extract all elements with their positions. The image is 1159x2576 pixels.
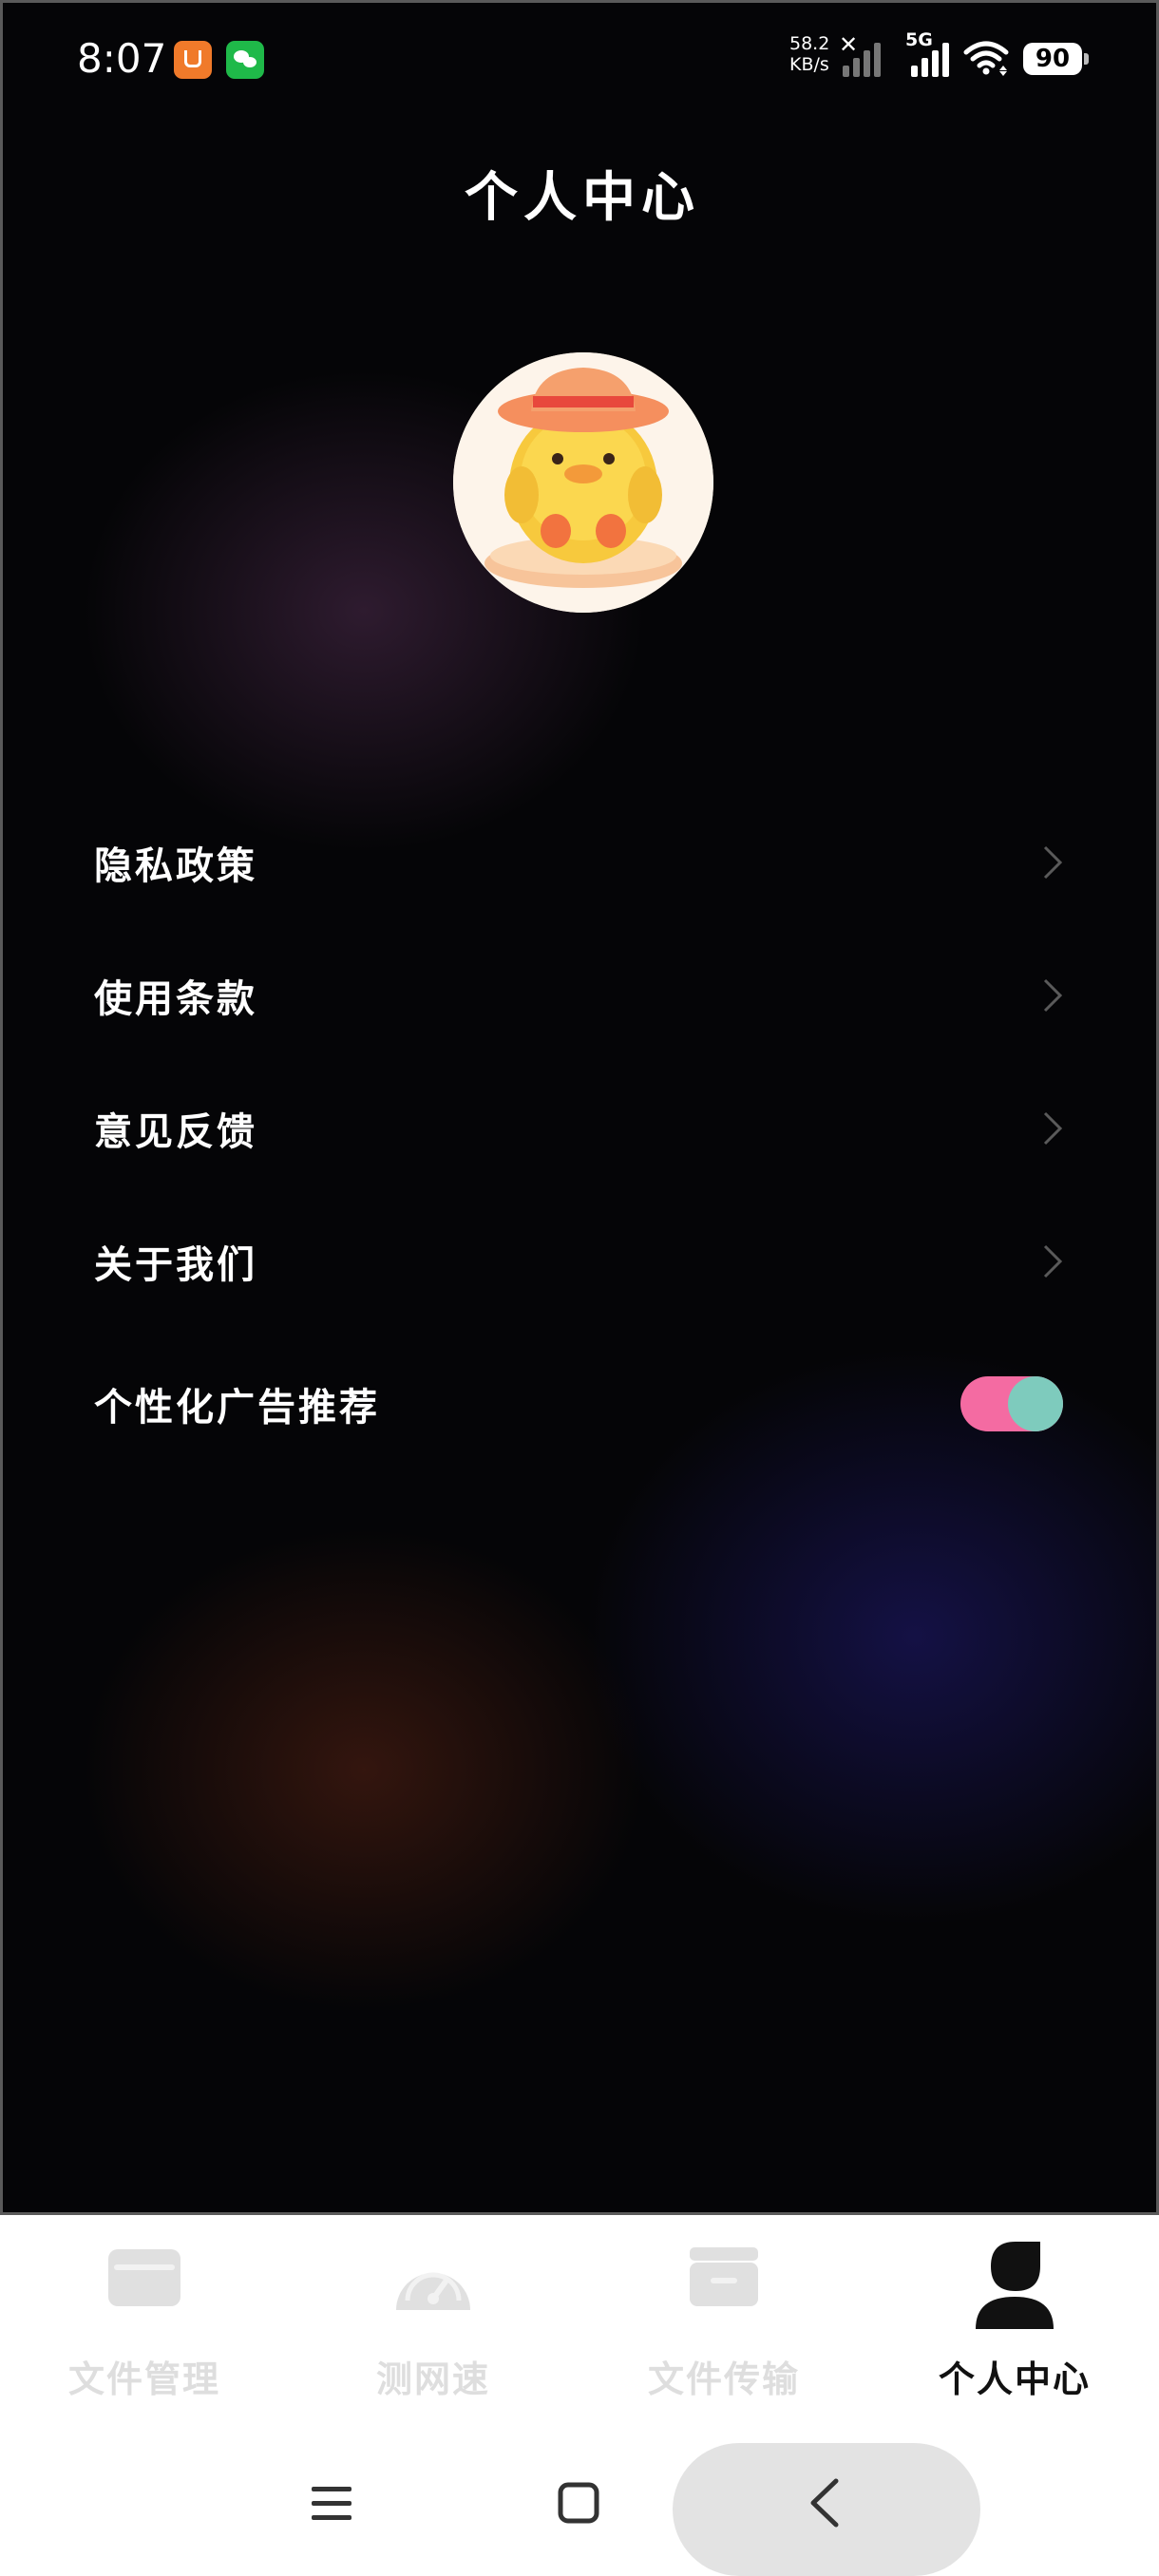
- menu-item-label: 隐私政策: [94, 844, 257, 888]
- bottom-nav: 文件管理 测网速 文件传输 个人中心: [0, 2215, 1159, 2443]
- network-type: 5G: [905, 29, 933, 50]
- menu-item-label: 个性化广告推荐: [94, 1386, 380, 1430]
- tab-label: 个人中心: [938, 2358, 1091, 2400]
- transfer-box-icon: [690, 2247, 758, 2306]
- tab-label: 文件传输: [647, 2358, 800, 2400]
- menu-item-feedback[interactable]: 意见反馈: [94, 1076, 1063, 1181]
- duck-avatar-image: [453, 352, 713, 613]
- menu-item-terms-of-use[interactable]: 使用条款: [94, 943, 1063, 1048]
- signal-sim1-icon: ✕: [839, 31, 884, 77]
- shopping-app-icon: [174, 41, 212, 79]
- back-icon[interactable]: [806, 2477, 844, 2529]
- menu-item-about-us[interactable]: 关于我们: [94, 1209, 1063, 1314]
- system-nav-bar: [0, 2443, 1159, 2576]
- screen: 8:07 58.2 KB/s ✕ 5G 90 个人中心 隐私政策 使用条款 意见…: [0, 0, 1159, 2576]
- menu-icon[interactable]: [310, 2485, 353, 2523]
- toggle-knob: [1008, 1376, 1063, 1431]
- person-icon: [976, 2242, 1054, 2329]
- network-speed-unit: KB/s: [789, 54, 829, 75]
- personalized-ads-toggle[interactable]: [960, 1376, 1063, 1431]
- tab-label: 测网速: [375, 2358, 490, 2400]
- wifi-icon: [963, 41, 1009, 76]
- chevron-right-icon: [1043, 1111, 1063, 1146]
- network-speed-value: 58.2: [789, 33, 830, 54]
- tab-file-transfer[interactable]: 文件传输: [610, 2244, 838, 2415]
- speedometer-icon: [396, 2272, 470, 2310]
- home-icon[interactable]: [557, 2481, 600, 2525]
- folder-icon: [108, 2249, 180, 2306]
- network-speed: 58.2 KB/s: [789, 33, 829, 75]
- tab-speed-test[interactable]: 测网速: [319, 2244, 547, 2415]
- battery-indicator: 90: [1023, 43, 1089, 75]
- tab-personal-center[interactable]: 个人中心: [901, 2242, 1129, 2415]
- menu-item-personalized-ads: 个性化广告推荐: [94, 1352, 1063, 1456]
- menu-item-label: 使用条款: [94, 977, 257, 1021]
- chevron-right-icon: [1043, 978, 1063, 1013]
- menu-item-label: 意见反馈: [94, 1110, 257, 1154]
- wechat-icon: [226, 41, 264, 79]
- page-title: 个人中心: [465, 167, 700, 229]
- chevron-right-icon: [1043, 1244, 1063, 1279]
- tab-label: 文件管理: [67, 2358, 220, 2400]
- app-content: 8:07 58.2 KB/s ✕ 5G 90 个人中心 隐私政策 使用条款 意见…: [0, 0, 1159, 2215]
- chevron-right-icon: [1043, 845, 1063, 880]
- status-time: 8:07: [77, 35, 167, 82]
- tab-file-management[interactable]: 文件管理: [30, 2244, 258, 2415]
- signal-sim2-icon: 5G: [905, 29, 951, 77]
- menu-item-label: 关于我们: [94, 1243, 257, 1287]
- avatar[interactable]: [453, 352, 713, 613]
- menu-item-privacy-policy[interactable]: 隐私政策: [94, 810, 1063, 915]
